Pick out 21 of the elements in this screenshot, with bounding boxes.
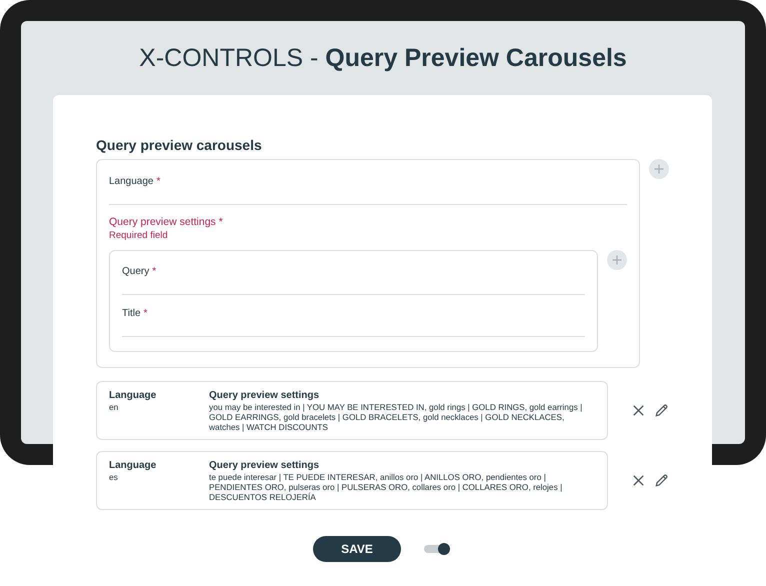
pencil-icon[interactable]: [654, 403, 669, 418]
toggle-switch[interactable]: [424, 545, 448, 553]
input-field[interactable]: Language *: [109, 174, 627, 205]
column-label: Language: [109, 460, 158, 471]
close-icon[interactable]: [631, 473, 646, 488]
page-title: X-CONTROLS - Query Preview Carousels: [138, 43, 628, 73]
input-field[interactable]: Title *: [122, 306, 585, 337]
column-label: Query preview settings: [209, 460, 320, 471]
input-field[interactable]: Query *: [122, 264, 585, 295]
column-value: te puede interesar | TE PUEDE INTERESAR, anillos oro | ANILLOS ORO, pendientes oro | PENDIENTES ORO, pulseras oro | PULSERAS ORO, collares oro | COLLARES ORO, relojes | DESCUENTOS RELOJERÍA: [209, 472, 564, 502]
close-icon[interactable]: [631, 403, 646, 418]
group-label: Query preview settings *: [109, 216, 224, 228]
column-label: Query preview settings: [209, 390, 320, 401]
column-value: you may be interested in | YOU MAY BE INTERESTED IN, gold rings | GOLD RINGS, gold earrings | GOLD EARRINGS, gold bracelets | GOLD BRACELETS, gold necklaces | GOLD NECKLACES, watches | WATCH DISCOUNTS: [209, 402, 584, 432]
column-value: es: [109, 472, 119, 482]
section-heading: Query preview carousels: [96, 137, 263, 153]
save-button[interactable]: SAVE: [313, 536, 401, 562]
error-message: Required field: [109, 230, 169, 241]
pencil-icon[interactable]: [654, 473, 669, 488]
column-value: en: [109, 402, 120, 412]
column-label: Language: [109, 390, 158, 401]
